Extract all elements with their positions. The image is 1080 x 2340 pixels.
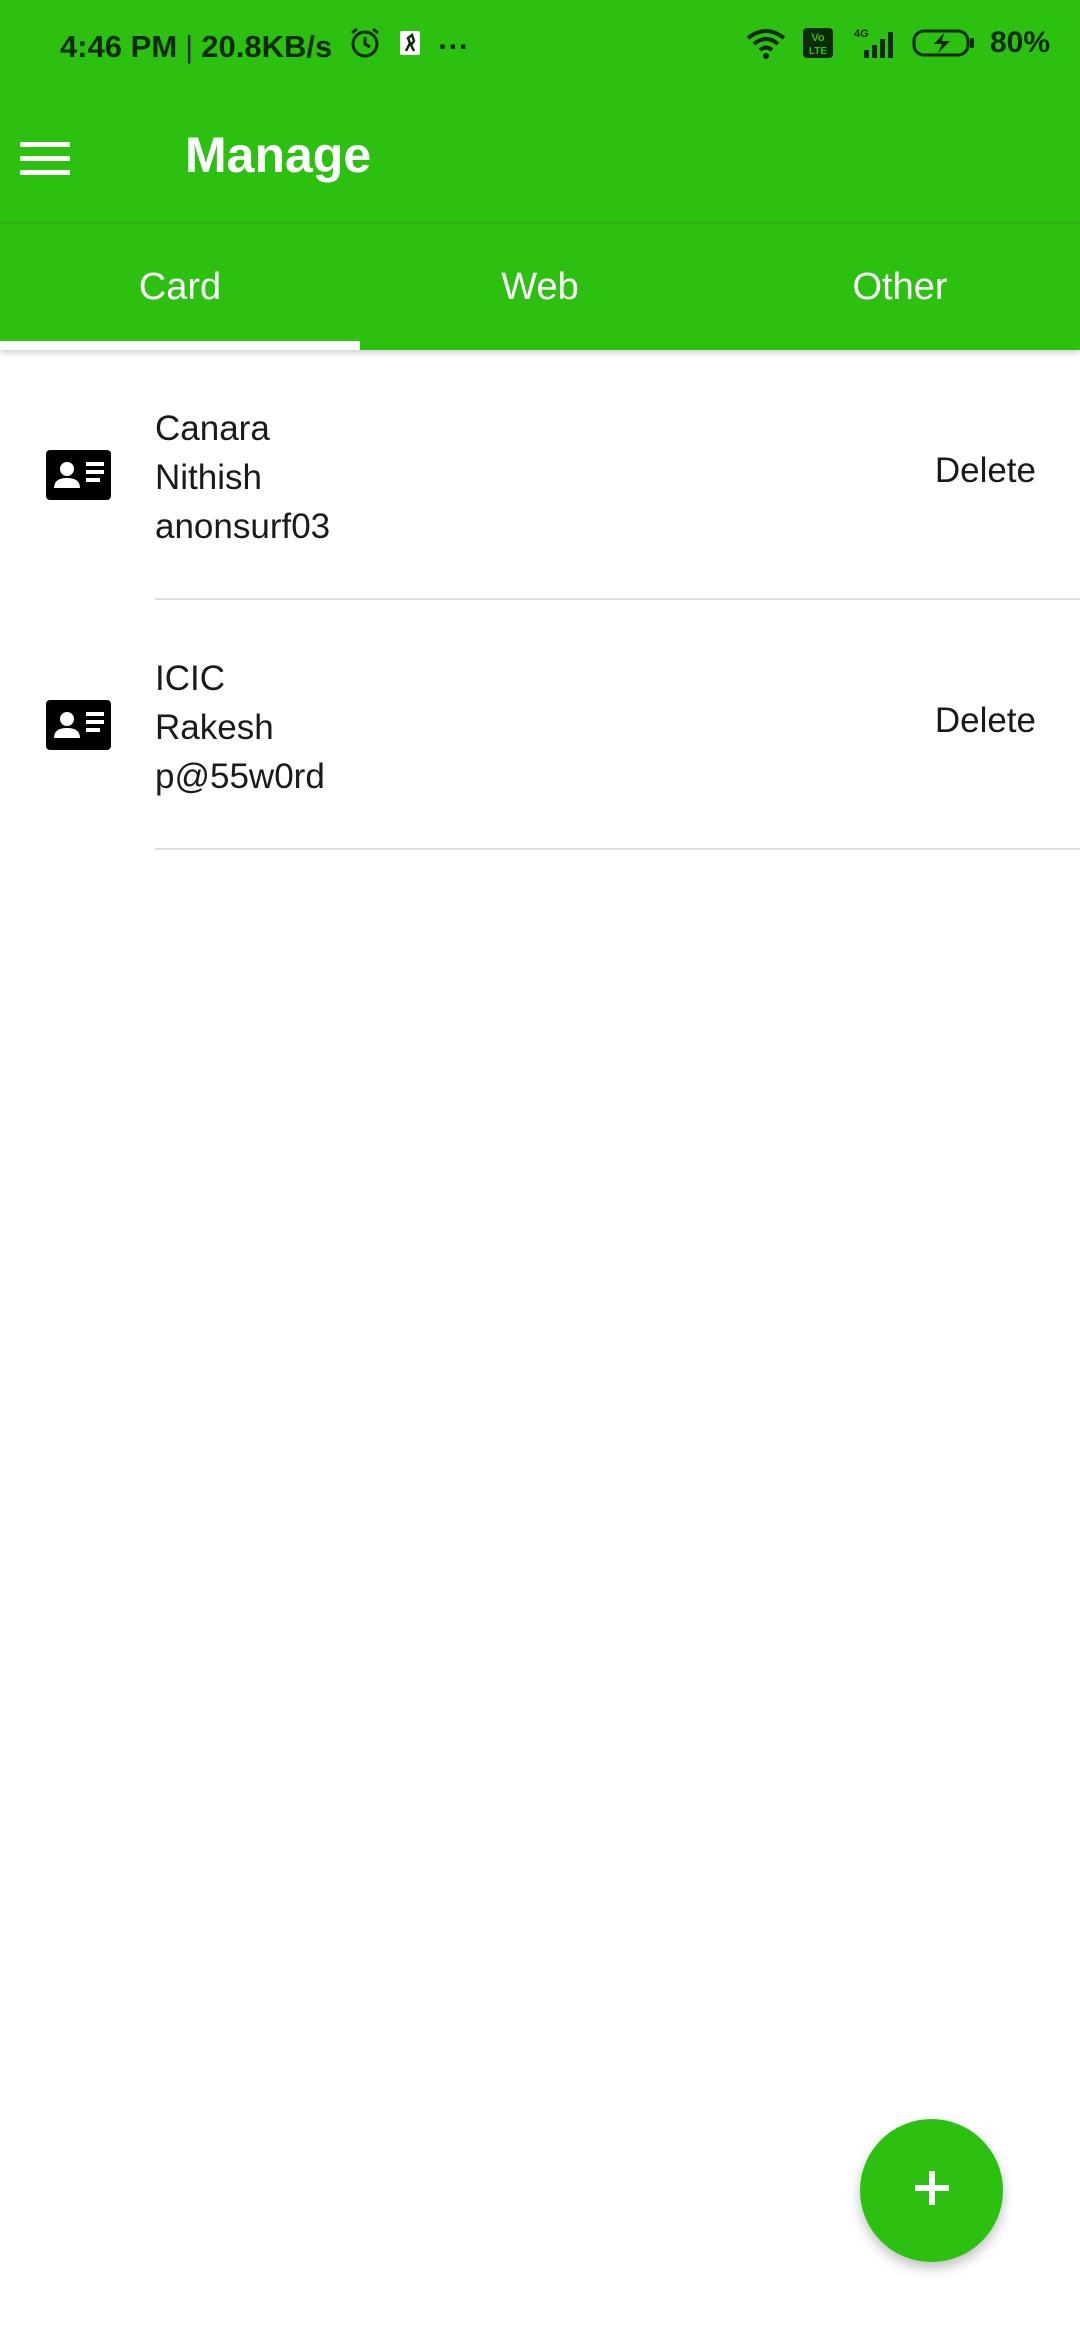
menu-bar-line [20,155,70,161]
card-list: Canara Nithish anonsurf03 Delete ICIC Ra… [0,350,1080,850]
add-button[interactable] [860,2119,1003,2262]
list-item[interactable]: ICIC Rakesh p@55w0rd Delete [0,600,1080,850]
alarm-icon [348,26,382,68]
item-holder-name: Rakesh [155,708,274,747]
svg-text:4G: 4G [854,28,869,40]
app-bar: Manage [0,96,1080,224]
menu-bar-line [20,141,70,147]
tab-card[interactable]: Card [0,224,360,350]
signal-icon: 4G [848,26,898,60]
volte-icon: Vo LTE [802,27,834,59]
contact-card-icon [46,700,111,750]
menu-bar-line [20,169,70,175]
wifi-icon [744,26,788,60]
item-secret: p@55w0rd [155,757,325,796]
status-time: 4:46 PM [60,29,178,64]
delete-button[interactable]: Delete [935,451,1036,491]
battery-charging-icon [912,28,976,58]
page-title: Manage [185,127,372,183]
more-notifications-icon: ··· [438,29,470,64]
svg-text:Vo: Vo [811,32,825,44]
item-bank-name: Canara [155,409,270,448]
battery-level: 80% [989,26,1050,59]
delete-button[interactable]: Delete [935,701,1036,741]
item-bank-name: ICIC [155,659,225,698]
contact-card-icon [46,450,111,500]
header: 4:46 PM | 20.8KB/s ··· Vo LTE 4G 80% Man… [0,0,1080,350]
status-left: 4:46 PM | 20.8KB/s ··· [60,26,469,68]
tab-bar: Card Web Other [0,224,1080,350]
item-details: ICIC Rakesh p@55w0rd [155,654,325,801]
app-notification-icon [398,29,422,65]
screen: 4:46 PM | 20.8KB/s ··· Vo LTE 4G 80% Man… [0,0,1080,2340]
status-separator: | [185,29,194,64]
hamburger-menu-icon[interactable] [20,130,76,186]
plus-icon [912,2168,952,2213]
list-item[interactable]: Canara Nithish anonsurf03 Delete [0,350,1080,600]
item-holder-name: Nithish [155,458,262,497]
svg-text:LTE: LTE [809,46,827,57]
item-details: Canara Nithish anonsurf03 [155,404,330,551]
tab-web[interactable]: Web [360,224,720,350]
status-network-speed: 20.8KB/s [201,29,333,64]
list-divider [155,848,1080,850]
status-bar: 4:46 PM | 20.8KB/s ··· Vo LTE 4G 80% [0,0,1080,96]
tab-other[interactable]: Other [720,224,1080,350]
item-secret: anonsurf03 [155,507,331,546]
status-right: Vo LTE 4G 80% [730,26,1050,60]
